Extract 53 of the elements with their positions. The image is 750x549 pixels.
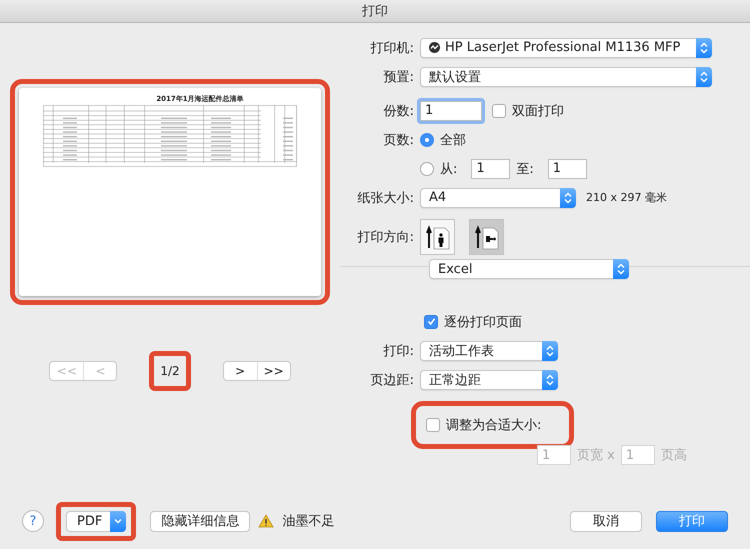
pages-wide-label: 页宽 x [577,447,615,464]
chevron-icon [700,42,708,54]
pages-tall-label: 页高 [660,447,687,464]
warning-text: 油墨不足 [282,513,334,530]
presets-popup[interactable]: 默认设置 [420,66,712,86]
chevron-icon [546,374,554,386]
print-label: 打印: [382,342,414,360]
warning-icon [258,514,274,528]
radio-label: 从: [440,160,458,178]
status-icon [429,42,440,53]
paper-dimensions: 210 x 297 毫米 [586,190,667,205]
chevron-icon [700,70,708,82]
radio-button[interactable] [420,162,434,176]
scale-to-fit-label: 调整为合适大小: [446,417,542,434]
landscape-button[interactable] [469,219,504,255]
to-page-field[interactable]: 1 [548,158,587,178]
margins-popup[interactable]: 正常边距 [420,370,558,390]
help-button[interactable]: ? [22,510,44,532]
from-page-field[interactable]: 1 [471,158,510,178]
window-title: 打印 [362,3,388,20]
person-page-icon [426,224,450,250]
chevron-icon [564,192,572,204]
chevron-icon [617,263,625,275]
radio-button[interactable] [420,132,434,146]
checkmark-icon [426,317,436,326]
printer-label: 打印机: [370,40,414,56]
paper-size-label: 纸张大小: [356,190,414,206]
chevron-icon [546,344,554,356]
copies-label: 份数: [382,102,414,120]
printer-popup[interactable]: HP LaserJet Professional M1136 MFP [420,38,712,58]
margins-label: 页边距: [370,372,414,388]
checkbox[interactable] [492,104,506,118]
radio-label: 全部 [440,132,466,148]
orientation-label: 打印方向: [356,229,414,246]
pages-label: 页数: [382,132,414,148]
checkbox[interactable] [426,418,440,432]
presets-label: 预置: [382,68,414,86]
duplex-label: 双面打印 [512,102,564,120]
chevron-down-icon [114,518,122,524]
portrait-button[interactable] [420,219,455,255]
cancel-button[interactable]: 取消 [570,510,642,532]
page-nav-button[interactable]: > [224,362,257,380]
page-nav-button[interactable]: >> [256,362,290,380]
paper-size-popup[interactable]: A4 [420,188,576,208]
checkbox[interactable] [424,314,438,328]
page-indicator: 1/2 [160,363,180,379]
to-label: 至: [516,160,534,178]
hide-details-button[interactable]: 隐藏详细信息 [150,510,250,532]
print-popup[interactable]: 活动工作表 [420,340,558,360]
collate-label: 逐份打印页面 [444,314,522,330]
section-popup[interactable]: Excel [429,259,629,279]
person-page-icon [474,224,498,250]
pdf-menu-button[interactable]: PDF [66,510,126,532]
